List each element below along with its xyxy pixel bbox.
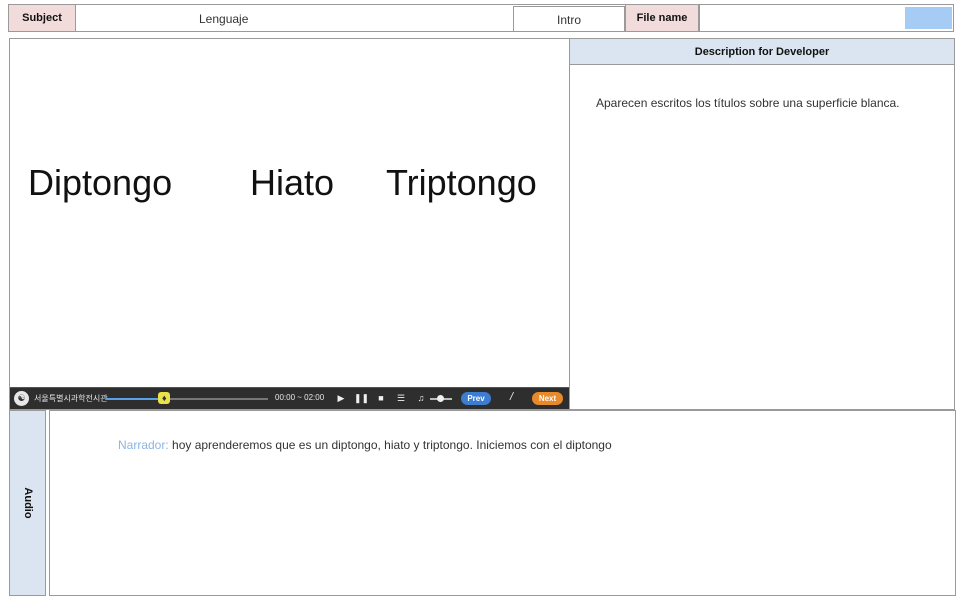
play-icon[interactable]: ▶ [334, 391, 348, 405]
stop-icon[interactable]: ■ [374, 391, 388, 405]
narrator-label: Narrador: [118, 438, 169, 452]
narration-line: Narrador: hoy aprenderemos que es un dip… [118, 438, 612, 452]
subject-value: Lenguaje [76, 5, 513, 31]
audio-label: Audio [21, 487, 34, 519]
file-indicator-box [905, 7, 952, 29]
player-brand: 서울특별시과학전시관 [34, 394, 108, 403]
pause-icon[interactable]: ❚❚ [354, 391, 369, 405]
volume-icon[interactable]: ♫ [414, 391, 428, 405]
media-player-bar: ☯ 서울특별시과학전시관 ♦ 00:00 ~ 02:00 ▶ ❚❚ ■ ☰ ♫ … [10, 387, 569, 409]
next-button[interactable]: Next [532, 392, 563, 405]
description-text: Aparecen escritos los títulos sobre una … [596, 96, 900, 110]
developer-description-panel: Description for Developer Aparecen escri… [569, 38, 955, 410]
header-bar: Subject Lenguaje Intro File name [8, 4, 954, 32]
title-hiato: Hiato [250, 162, 335, 203]
narration-text: hoy aprenderemos que es un diptongo, hia… [172, 438, 612, 452]
menu-icon[interactable]: ☰ [394, 391, 408, 405]
prev-button[interactable]: Prev [461, 392, 491, 405]
title-triptongo: Triptongo [386, 162, 537, 203]
description-title: Description for Developer [570, 39, 954, 65]
stage-canvas: Diptongo Hiato Triptongo ☯ 서울특별시과학전시관 ♦ … [9, 38, 570, 410]
intro-field[interactable]: Intro [513, 6, 625, 32]
title-diptongo: Diptongo [28, 162, 173, 203]
subject-label: Subject [9, 5, 76, 31]
file-name-label: File name [625, 5, 699, 31]
subject-value-text: Lenguaje [199, 12, 249, 26]
file-name-field[interactable] [699, 5, 904, 31]
time-readout: 00:00 ~ 02:00 [275, 393, 325, 402]
progress-fill [106, 398, 165, 400]
audio-script-panel: Narrador: hoy aprenderemos que es un dip… [49, 410, 956, 596]
progress-handle-puzzle-icon[interactable]: ♦ [158, 392, 171, 404]
page-separator: / [510, 391, 514, 403]
audio-label-panel: Audio [9, 410, 46, 596]
volume-handle[interactable] [437, 395, 444, 402]
seoul-science-center-logo-icon: ☯ [14, 391, 29, 406]
